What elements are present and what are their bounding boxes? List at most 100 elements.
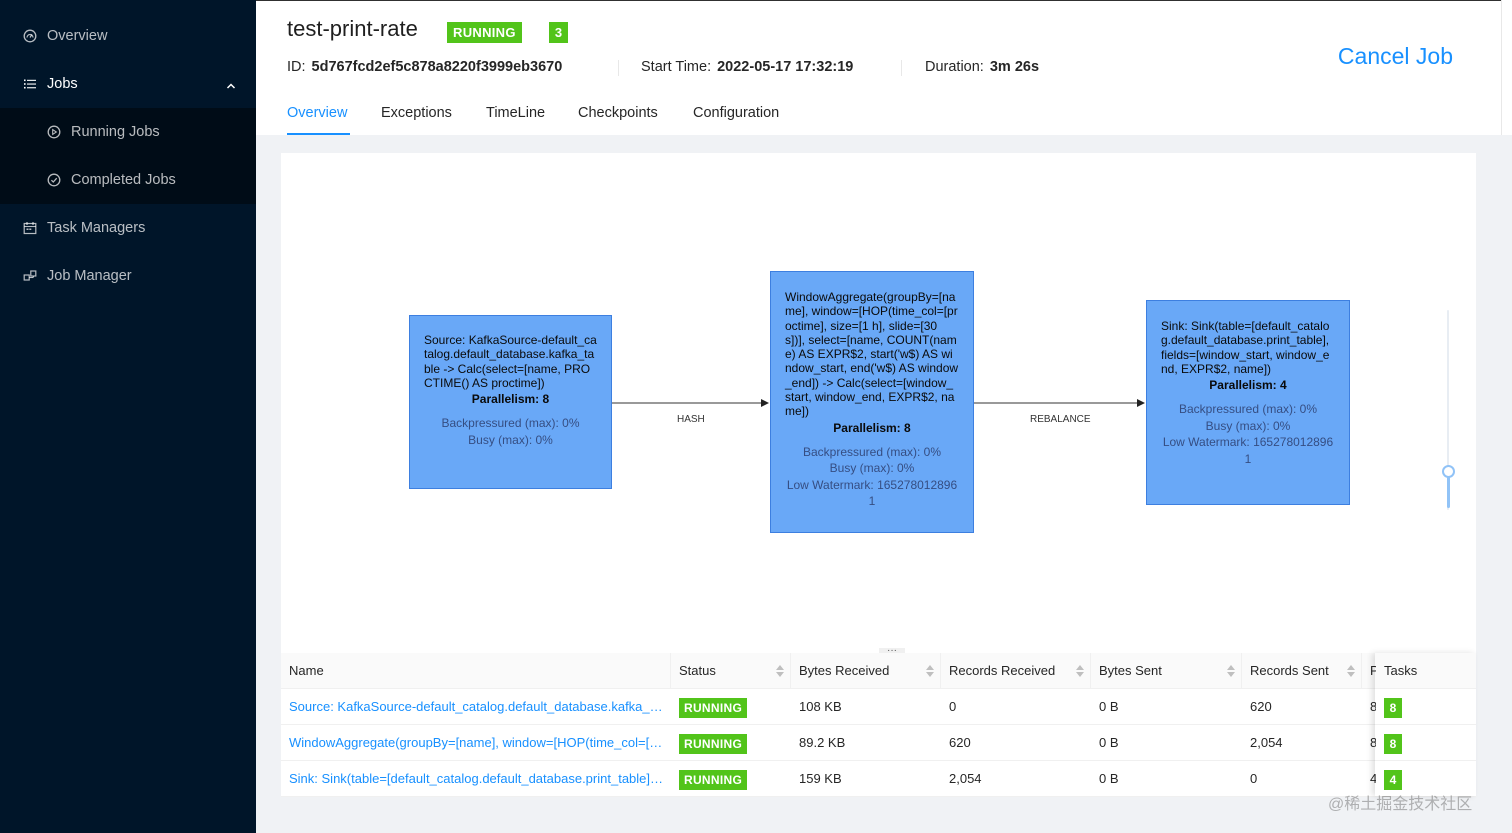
column-header-status[interactable]: Status <box>671 653 791 689</box>
tasks-badge: 8 <box>1384 733 1402 754</box>
column-header-records-sent[interactable]: Records Sent <box>1242 653 1362 689</box>
sidebar-item-label: Job Manager <box>47 268 132 284</box>
schedule-icon <box>23 221 37 235</box>
node-busy: Busy (max): 0% <box>1205 418 1291 433</box>
divider <box>901 60 902 76</box>
graph-node-source[interactable]: Source: KafkaSource-default_catalog.defa… <box>409 315 612 489</box>
node-description: Source: KafkaSource-default_catalog.defa… <box>424 333 597 390</box>
sort-icon[interactable] <box>1347 665 1355 677</box>
node-parallelism: Parallelism: 4 <box>1209 378 1287 393</box>
cluster-icon <box>23 269 37 283</box>
sidebar-item-jobs[interactable]: Jobs <box>0 60 256 108</box>
duration-value: 3m 26s <box>989 59 1040 75</box>
tab-checkpoints[interactable]: Checkpoints <box>578 105 658 121</box>
node-busy: Busy (max): 0% <box>468 432 553 447</box>
job-id-value: 5d767fcd2ef5c878a8220f3999eb3670 <box>311 59 563 75</box>
column-header-bytes-received[interactable]: Bytes Received <box>791 653 941 689</box>
sidebar-item-label: Running Jobs <box>71 124 160 140</box>
bytes-received-cell: 108 KB <box>799 699 842 714</box>
column-header-records-received[interactable]: Records Received <box>941 653 1091 689</box>
tasks-badge: 8 <box>1384 697 1402 718</box>
divider <box>618 60 619 76</box>
vertex-name-link[interactable]: Sink: Sink(table=[default_catalog.defaul… <box>281 761 671 797</box>
parallelism-cell: 8 <box>1370 699 1376 714</box>
cancel-job-button[interactable]: Cancel Job <box>1338 43 1453 70</box>
node-low-watermark: Low Watermark: 1652780128961 <box>786 477 958 509</box>
column-header-parallelism[interactable]: P <box>1362 653 1376 689</box>
sort-icon[interactable] <box>1076 665 1084 677</box>
node-description: WindowAggregate(groupBy=[name], window=[… <box>785 290 959 419</box>
sort-icon[interactable] <box>776 665 784 677</box>
parallelism-cell: 8 <box>1370 735 1376 750</box>
start-time-value: 2022-05-17 17:32:19 <box>717 59 854 75</box>
node-low-watermark: Low Watermark: 1652780128961 <box>1162 435 1334 466</box>
column-header-bytes-sent[interactable]: Bytes Sent <box>1091 653 1242 689</box>
node-description: Sink: Sink(table=[default_catalog.defaul… <box>1161 319 1330 376</box>
bytes-sent-cell: 0 B <box>1099 771 1119 786</box>
records-received-cell: 0 <box>949 699 957 714</box>
node-busy: Busy (max): 0% <box>829 461 915 476</box>
bytes-sent-cell: 0 B <box>1099 735 1119 750</box>
tab-configuration[interactable]: Configuration <box>693 105 779 121</box>
sort-icon[interactable] <box>1227 665 1235 677</box>
job-graph-panel[interactable]: HASH REBALANCE Source: KafkaSource-defau… <box>281 153 1476 656</box>
active-tab-indicator <box>287 133 350 135</box>
sidebar-item-completed-jobs[interactable]: Completed Jobs <box>0 156 256 204</box>
status-badge: RUNNING <box>679 697 748 718</box>
tab-exceptions[interactable]: Exceptions <box>381 105 452 121</box>
status-badge: RUNNING <box>679 733 748 754</box>
table-row[interactable]: Sink: Sink(table=[default_catalog.defaul… <box>281 761 1476 797</box>
graph-node-sink[interactable]: Sink: Sink(table=[default_catalog.defaul… <box>1146 300 1350 505</box>
tasks-cell: 8 <box>1376 725 1476 761</box>
check-circle-icon <box>47 173 61 187</box>
tab-timeline[interactable]: TimeLine <box>486 105 545 121</box>
job-id: ID: 5d767fcd2ef5c878a8220f3999eb3670 <box>287 59 562 75</box>
status-badge: RUNNING <box>679 769 748 790</box>
column-header-label: Bytes Sent <box>1099 663 1162 678</box>
list-icon <box>23 77 37 91</box>
edge-label-rebalance: REBALANCE <box>1030 414 1091 425</box>
node-parallelism: Parallelism: 8 <box>471 392 550 407</box>
sidebar-item-task-managers[interactable]: Task Managers <box>0 204 256 252</box>
sidebar: Overview Jobs Running Jobs Completed Job… <box>0 0 256 833</box>
bytes-received-cell: 89.2 KB <box>799 735 846 750</box>
table-row[interactable]: WindowAggregate(groupBy=[name], window=[… <box>281 725 1476 761</box>
chevron-up-icon <box>226 79 236 95</box>
job-title: test-print-rate <box>287 16 418 41</box>
sort-icon[interactable] <box>926 665 934 677</box>
sidebar-item-label: Jobs <box>47 76 78 92</box>
node-backpressured: Backpressured (max): 0% <box>1178 402 1318 417</box>
scrollbar[interactable] <box>1501 0 1512 135</box>
task-count-badge: 3 <box>549 22 568 43</box>
start-time-label: Start Time: <box>641 59 712 75</box>
site-watermark: @稀土掘金技术社区 <box>1328 796 1473 813</box>
sidebar-item-running-jobs[interactable]: Running Jobs <box>0 108 256 156</box>
records-sent-cell: 620 <box>1250 699 1272 714</box>
vertex-table: Name Status Bytes Received Records Recei… <box>281 653 1476 797</box>
column-header-label: Records Received <box>949 663 1056 678</box>
tab-overview[interactable]: Overview <box>287 105 347 121</box>
vertex-name-link[interactable]: WindowAggregate(groupBy=[name], window=[… <box>281 725 671 761</box>
column-header-name: Name <box>281 653 671 689</box>
zoom-slider-fill <box>1447 473 1450 508</box>
bytes-received-cell: 159 KB <box>799 771 842 786</box>
sidebar-item-label: Task Managers <box>47 220 146 236</box>
node-backpressured: Backpressured (max): 0% <box>802 444 942 459</box>
graph-node-window-aggregate[interactable]: WindowAggregate(groupBy=[name], window=[… <box>770 271 974 533</box>
bytes-sent-cell: 0 B <box>1099 699 1119 714</box>
status-cell: RUNNING <box>671 761 791 797</box>
sidebar-item-overview[interactable]: Overview <box>0 12 256 60</box>
zoom-slider-handle[interactable] <box>1442 465 1455 478</box>
job-duration: Duration: 3m 26s <box>925 59 1039 75</box>
sidebar-item-label: Overview <box>47 28 108 44</box>
job-start-time: Start Time: 2022-05-17 17:32:19 <box>641 59 853 75</box>
vertex-name-link[interactable]: Source: KafkaSource-default_catalog.defa… <box>281 689 671 725</box>
column-header-tasks: Tasks <box>1384 663 1418 678</box>
node-backpressured: Backpressured (max): 0% <box>441 416 580 431</box>
main-content: test-print-rate RUNNING 3 ID: 5d767fcd2ef… <box>256 0 1512 833</box>
sidebar-item-job-manager[interactable]: Job Manager <box>0 252 256 300</box>
play-circle-icon <box>47 125 61 139</box>
records-received-cell: 2,054 <box>949 771 982 786</box>
table-row[interactable]: Source: KafkaSource-default_catalog.defa… <box>281 689 1476 725</box>
records-sent-cell: 2,054 <box>1250 735 1283 750</box>
